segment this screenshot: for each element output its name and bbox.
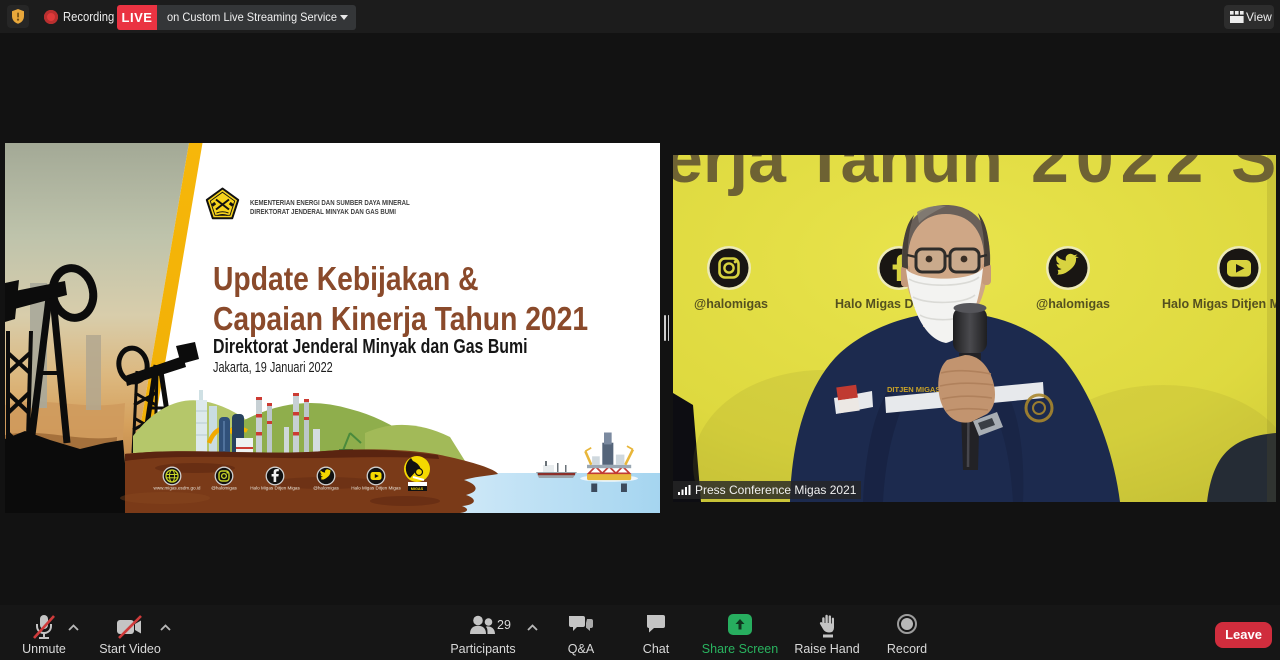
svg-text:Halo Migas Ditjen Migas: Halo Migas Ditjen Migas [250,486,300,491]
svg-text:@halomigas: @halomigas [211,486,237,491]
svg-text:www.migas.esdm.go.id: www.migas.esdm.go.id [154,486,201,491]
svg-text:@halomigas: @halomigas [1036,297,1110,311]
svg-text:@halomigas: @halomigas [694,297,768,311]
svg-text:Halo Migas Ditjen Migas: Halo Migas Ditjen Migas [1162,297,1276,311]
svg-text:Halo Migas Ditjen Migas: Halo Migas Ditjen Migas [351,486,401,491]
svg-text:MIGAS: MIGAS [411,487,424,491]
svg-text:@halomigas: @halomigas [313,486,339,491]
svg-text:DITJEN MIGAS: DITJEN MIGAS [887,385,940,394]
